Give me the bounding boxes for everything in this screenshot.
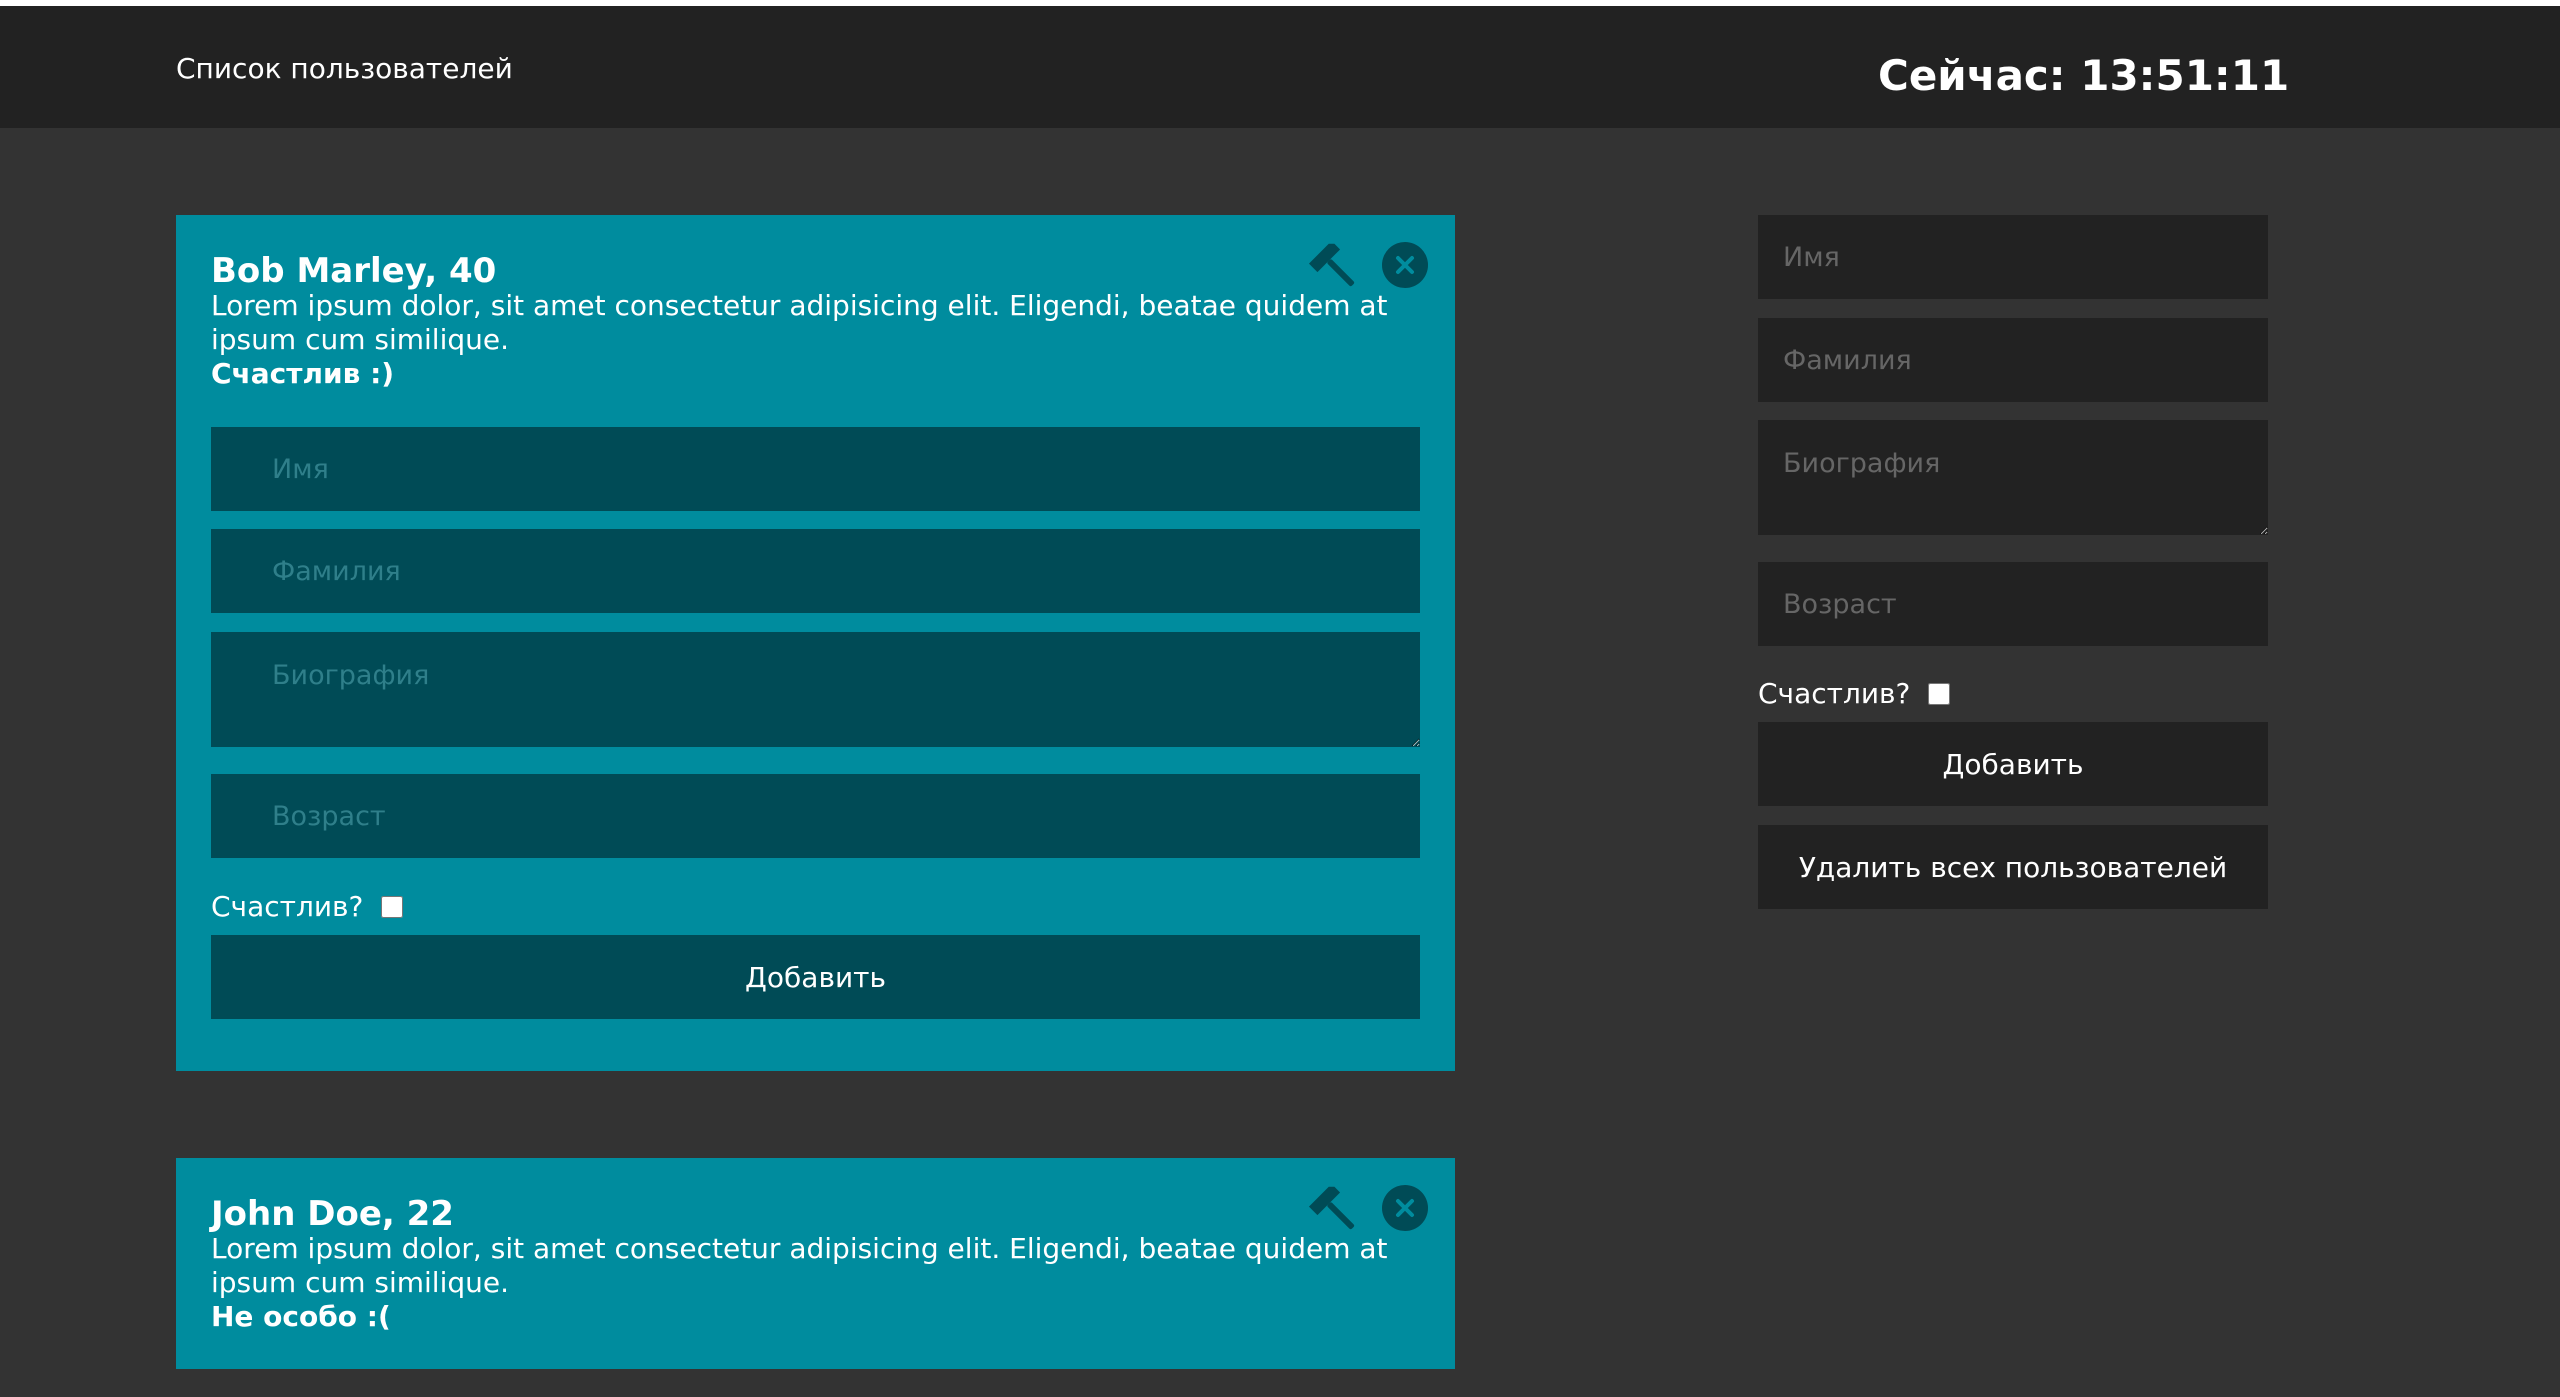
edit-happy-label: Счастлив?	[211, 890, 364, 923]
user-bio: Lorem ipsum dolor, sit amet consectetur …	[211, 289, 1388, 356]
age-input[interactable]	[1758, 562, 2268, 646]
edit-bio-textarea[interactable]	[211, 632, 1420, 747]
edit-age-input[interactable]	[211, 774, 1420, 858]
user-card: Bob Marley, 40 Lorem ipsum dolor, sit am…	[176, 215, 1455, 1071]
add-button[interactable]: Добавить	[1758, 722, 2268, 806]
name-input[interactable]	[1758, 215, 2268, 299]
user-name-age: Bob Marley, 40	[211, 251, 497, 291]
user-status: Счастлив :)	[211, 357, 395, 390]
edit-submit-button[interactable]: Добавить	[211, 935, 1420, 1019]
happy-row[interactable]: Счастлив?	[1758, 677, 1951, 710]
user-bio: Lorem ipsum dolor, sit amet consectetur …	[211, 1232, 1388, 1299]
user-name-age: John Doe, 22	[211, 1194, 454, 1234]
edit-happy-checkbox[interactable]	[381, 895, 404, 918]
page-title: Список пользователей	[176, 52, 513, 85]
delete-all-button[interactable]: Удалить всех пользователей	[1758, 825, 2268, 909]
hammer-icon[interactable]	[1305, 237, 1361, 293]
bio-textarea[interactable]	[1758, 420, 2268, 535]
edit-name-input[interactable]	[211, 427, 1420, 511]
hammer-icon[interactable]	[1305, 1180, 1361, 1236]
close-icon[interactable]	[1382, 242, 1428, 288]
current-time: Сейчас: 13:51:11	[1878, 51, 2290, 100]
page-header: Список пользователей Сейчас: 13:51:11	[0, 6, 2560, 128]
edit-surname-input[interactable]	[211, 529, 1420, 613]
happy-label: Счастлив?	[1758, 677, 1911, 710]
user-card: John Doe, 22 Lorem ipsum dolor, sit amet…	[176, 1158, 1455, 1369]
happy-checkbox[interactable]	[1928, 682, 1951, 705]
edit-happy-row[interactable]: Счастлив?	[211, 890, 404, 923]
close-icon[interactable]	[1382, 1185, 1428, 1231]
user-status: Не особо :(	[211, 1300, 391, 1333]
surname-input[interactable]	[1758, 318, 2268, 402]
